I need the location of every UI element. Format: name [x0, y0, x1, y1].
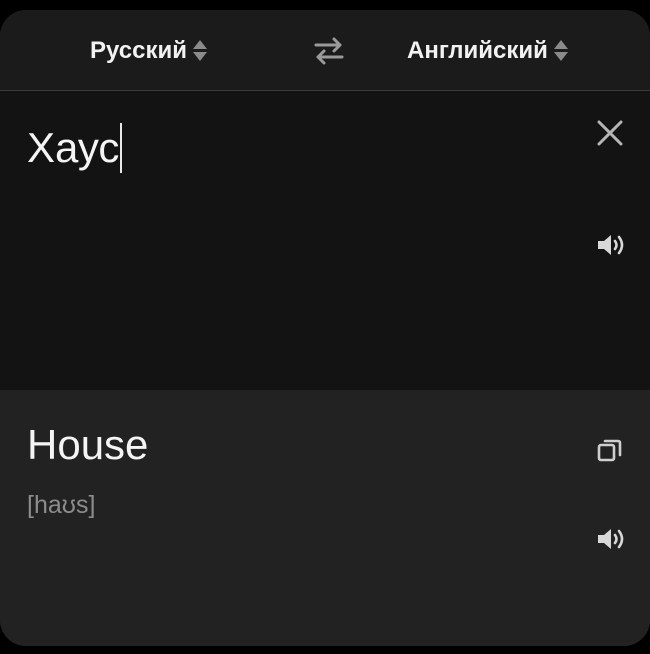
up-down-arrows-icon [553, 38, 568, 64]
transcription-text: [haʊs] [27, 491, 96, 519]
swap-arrows-icon [314, 37, 344, 65]
target-language-label: Английский [407, 37, 548, 64]
source-text-input[interactable]: Хаус [27, 123, 123, 173]
translation-area: House [haʊs] [0, 390, 650, 646]
source-language-selector[interactable]: Русский [90, 34, 207, 68]
speaker-icon [598, 235, 624, 255]
close-icon [597, 120, 623, 146]
clear-text-button[interactable] [596, 119, 624, 147]
source-language-label: Русский [90, 37, 187, 64]
speaker-icon [598, 529, 624, 549]
speak-translation-button[interactable] [596, 526, 626, 552]
source-text-value: Хаус [27, 124, 120, 171]
translator-card: Русский Английский Хаус House [haʊs] [0, 10, 650, 646]
translation-text[interactable]: House [27, 420, 148, 470]
language-bar: Русский Английский [0, 10, 650, 90]
speak-source-button[interactable] [596, 232, 626, 258]
copy-translation-button[interactable] [597, 437, 623, 463]
source-text-area[interactable]: Хаус [0, 91, 650, 390]
text-caret [120, 123, 123, 173]
copy-icon [597, 439, 622, 462]
up-down-arrows-icon [192, 38, 207, 64]
target-language-selector[interactable]: Английский [407, 34, 568, 68]
swap-languages-button[interactable] [312, 34, 346, 68]
